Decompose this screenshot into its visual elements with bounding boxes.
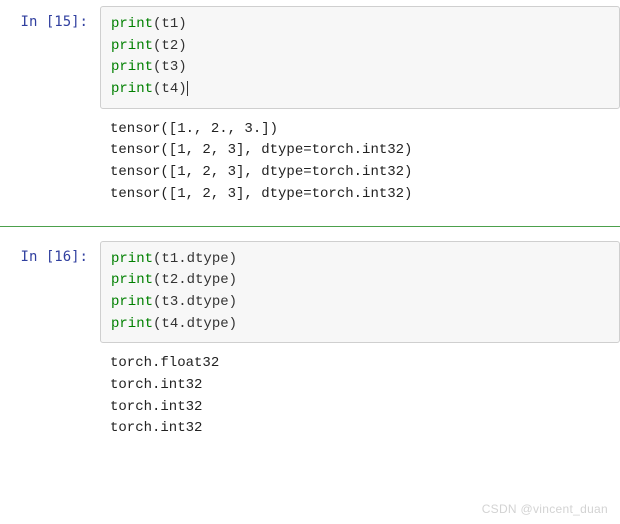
arg-name: t4 <box>161 81 178 97</box>
builtin-func: print <box>111 59 153 75</box>
output-line: torch.float32 <box>110 353 610 375</box>
code-line: print(t1) <box>111 14 609 36</box>
code-input-area[interactable]: print(t1) print(t2) print(t3) print(t4) <box>100 6 620 109</box>
arg-name: t3 <box>161 59 178 75</box>
output-line: torch.int32 <box>110 397 610 419</box>
input-prompt: In [15]: <box>0 6 100 212</box>
output-area: torch.float32 torch.int32 torch.int32 to… <box>100 343 620 446</box>
code-line: print(t2) <box>111 36 609 58</box>
text-cursor <box>187 81 188 96</box>
arg-name: t4.dtype <box>161 316 228 332</box>
builtin-func: print <box>111 316 153 332</box>
code-line: print(t3) <box>111 57 609 79</box>
code-line: print(t4) <box>111 79 609 101</box>
close-paren: ) <box>178 16 186 32</box>
output-line: tensor([1., 2., 3.]) <box>110 119 610 141</box>
close-paren: ) <box>229 251 237 267</box>
code-line: print(t3.dtype) <box>111 292 609 314</box>
code-line: print(t2.dtype) <box>111 270 609 292</box>
builtin-func: print <box>111 272 153 288</box>
prompt-number: [15]: <box>46 14 88 30</box>
notebook-cell: In [15]: print(t1) print(t2) print(t3) p… <box>0 0 620 218</box>
code-line: print(t4.dtype) <box>111 314 609 336</box>
prompt-number: [16]: <box>46 249 88 265</box>
output-line: tensor([1, 2, 3], dtype=torch.int32) <box>110 162 610 184</box>
close-paren: ) <box>178 59 186 75</box>
builtin-func: print <box>111 81 153 97</box>
input-prompt: In [16]: <box>0 241 100 447</box>
code-line: print(t1.dtype) <box>111 249 609 271</box>
output-line: tensor([1, 2, 3], dtype=torch.int32) <box>110 184 610 206</box>
arg-name: t3.dtype <box>161 294 228 310</box>
close-paren: ) <box>229 294 237 310</box>
close-paren: ) <box>229 316 237 332</box>
arg-name: t1 <box>161 16 178 32</box>
output-line: torch.int32 <box>110 418 610 440</box>
output-line: torch.int32 <box>110 375 610 397</box>
code-input-area[interactable]: print(t1.dtype) print(t2.dtype) print(t3… <box>100 241 620 344</box>
builtin-func: print <box>111 251 153 267</box>
watermark: CSDN @vincent_duan <box>482 502 608 516</box>
output-line: tensor([1, 2, 3], dtype=torch.int32) <box>110 140 610 162</box>
close-paren: ) <box>229 272 237 288</box>
arg-name: t1.dtype <box>161 251 228 267</box>
prompt-in-label: In <box>21 14 46 30</box>
builtin-func: print <box>111 38 153 54</box>
prompt-in-label: In <box>21 249 46 265</box>
cell-separator <box>0 226 620 227</box>
output-area: tensor([1., 2., 3.]) tensor([1, 2, 3], d… <box>100 109 620 212</box>
close-paren: ) <box>178 81 186 97</box>
cell-content: print(t1.dtype) print(t2.dtype) print(t3… <box>100 241 620 447</box>
close-paren: ) <box>178 38 186 54</box>
arg-name: t2.dtype <box>161 272 228 288</box>
cell-content: print(t1) print(t2) print(t3) print(t4) … <box>100 6 620 212</box>
notebook-cell: In [16]: print(t1.dtype) print(t2.dtype)… <box>0 235 620 453</box>
builtin-func: print <box>111 294 153 310</box>
arg-name: t2 <box>161 38 178 54</box>
builtin-func: print <box>111 16 153 32</box>
